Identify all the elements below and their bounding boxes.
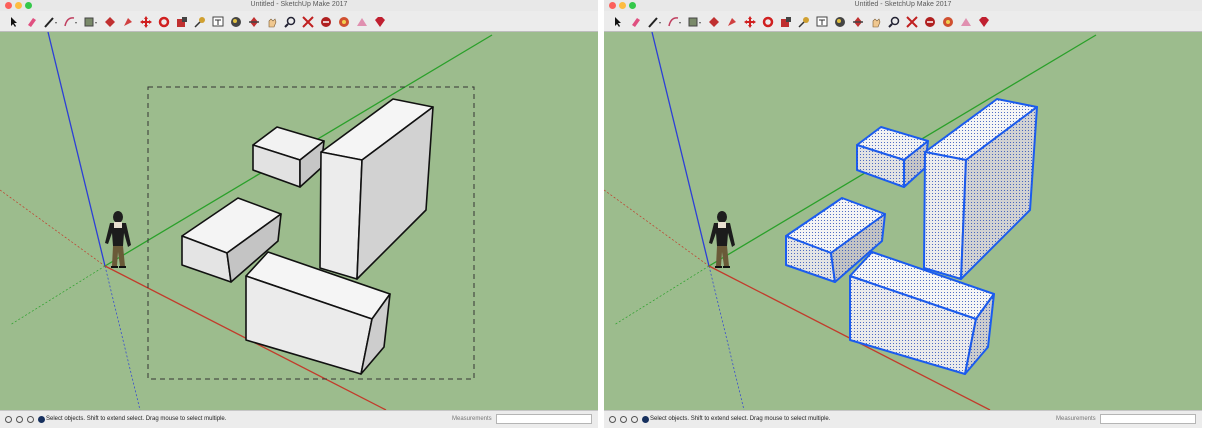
blue-axis-negative xyxy=(104,265,141,410)
ruby-icon[interactable] xyxy=(374,15,386,27)
push-pull-icon[interactable] xyxy=(104,15,116,27)
window-title: Untitled - SketchUp Make 2017 xyxy=(250,1,348,8)
scale-icon[interactable] xyxy=(780,15,792,27)
box-tall xyxy=(319,98,434,280)
status-hint: Select objects. Shift to extend select. … xyxy=(650,416,831,422)
ruby-icon[interactable] xyxy=(978,15,990,27)
measurements-input[interactable] xyxy=(1100,414,1196,424)
human-figure xyxy=(709,211,735,268)
model-viewport[interactable] xyxy=(604,32,1202,410)
measurements-label: Measurements xyxy=(452,416,492,422)
credits-icon[interactable] xyxy=(16,416,23,423)
instructor-icon[interactable] xyxy=(642,416,649,423)
title-bar: Untitled - SketchUp Make 2017 xyxy=(604,0,1202,11)
model-viewport[interactable] xyxy=(0,32,598,410)
toolbar xyxy=(0,11,598,32)
eraser-icon[interactable] xyxy=(26,15,38,27)
follow-me-icon[interactable] xyxy=(122,15,134,27)
scale-icon[interactable] xyxy=(176,15,188,27)
text-icon[interactable] xyxy=(212,15,224,27)
human-figure xyxy=(105,211,131,268)
zoom-icon[interactable] xyxy=(284,15,296,28)
orbit-icon[interactable] xyxy=(852,15,864,27)
instructor-icon[interactable] xyxy=(38,416,45,423)
move-icon[interactable] xyxy=(744,15,756,28)
window-title: Untitled - SketchUp Make 2017 xyxy=(854,1,952,8)
zoom-icon[interactable] xyxy=(888,15,900,28)
select-arrow-icon[interactable] xyxy=(8,15,20,27)
select-arrow-icon[interactable] xyxy=(612,15,624,27)
rotate-icon[interactable] xyxy=(762,15,774,28)
extension-warehouse-icon[interactable] xyxy=(942,15,954,27)
orbit-icon[interactable] xyxy=(248,15,260,27)
paint-bucket-icon[interactable] xyxy=(230,15,242,27)
paint-bucket-icon[interactable] xyxy=(834,15,846,27)
pencil-line-icon[interactable] xyxy=(648,15,661,28)
user-account-icon[interactable] xyxy=(27,416,34,423)
pan-icon[interactable] xyxy=(266,15,278,28)
extension-warehouse-icon[interactable] xyxy=(338,15,350,27)
rectangle-icon[interactable] xyxy=(84,15,97,27)
3d-warehouse-icon[interactable] xyxy=(924,15,936,27)
sketchup-window-after: Untitled - SketchUp Make 2017 Select obj… xyxy=(604,0,1202,428)
title-bar: Untitled - SketchUp Make 2017 xyxy=(0,0,598,11)
zoom-extents-icon[interactable] xyxy=(906,15,918,28)
rotate-icon[interactable] xyxy=(158,15,170,28)
follow-me-icon[interactable] xyxy=(726,15,738,27)
status-hint: Select objects. Shift to extend select. … xyxy=(46,416,227,422)
tape-measure-icon[interactable] xyxy=(194,15,206,28)
rectangle-icon[interactable] xyxy=(688,15,701,27)
arc-icon[interactable] xyxy=(64,15,77,27)
measurements-input[interactable] xyxy=(496,414,592,424)
text-icon[interactable] xyxy=(816,15,828,27)
layout-icon[interactable] xyxy=(356,15,368,27)
scene xyxy=(0,32,493,410)
geo-location-icon[interactable] xyxy=(5,416,12,423)
status-bar: Select objects. Shift to extend select. … xyxy=(0,410,598,428)
move-icon[interactable] xyxy=(140,15,152,28)
status-bar: Select objects. Shift to extend select. … xyxy=(604,410,1202,428)
toolbar xyxy=(604,11,1202,32)
credits-icon[interactable] xyxy=(620,416,627,423)
push-pull-icon[interactable] xyxy=(708,15,720,27)
arc-icon[interactable] xyxy=(668,15,681,27)
geo-location-icon[interactable] xyxy=(609,416,616,423)
scene xyxy=(604,32,1097,410)
box-tall-selected xyxy=(923,98,1038,280)
user-account-icon[interactable] xyxy=(631,416,638,423)
eraser-icon[interactable] xyxy=(630,15,642,27)
box-top-small-selected xyxy=(856,126,929,188)
pan-icon[interactable] xyxy=(870,15,882,28)
green-axis-negative xyxy=(613,265,710,326)
box-top-small xyxy=(252,126,325,188)
box-bottom xyxy=(245,251,391,375)
sketchup-window-before: Untitled - SketchUp Make 2017 Select obj… xyxy=(0,0,598,428)
tape-measure-icon[interactable] xyxy=(798,15,810,28)
3d-warehouse-icon[interactable] xyxy=(320,15,332,27)
blue-axis-negative xyxy=(708,265,745,410)
layout-icon[interactable] xyxy=(960,15,972,27)
box-bottom-selected xyxy=(849,251,995,375)
zoom-extents-icon[interactable] xyxy=(302,15,314,28)
pencil-line-icon[interactable] xyxy=(44,15,57,28)
measurements-label: Measurements xyxy=(1056,416,1096,422)
green-axis-negative xyxy=(9,265,106,326)
